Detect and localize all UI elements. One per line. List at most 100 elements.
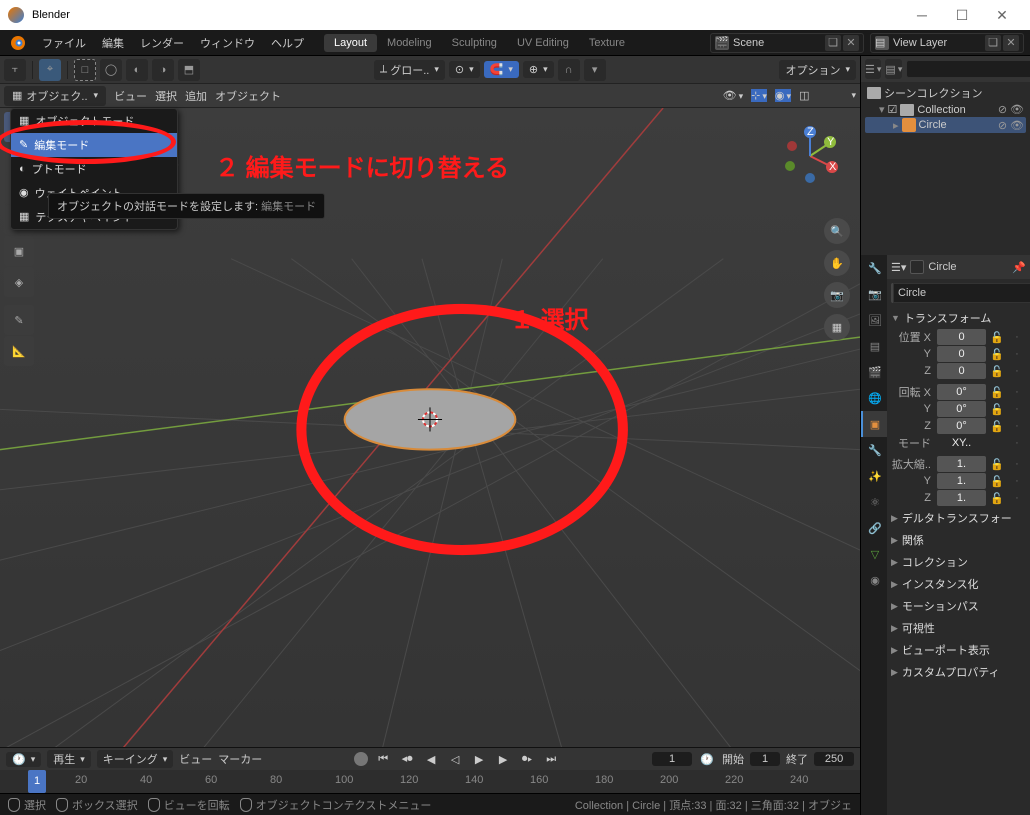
- menu-render[interactable]: レンダー: [132, 35, 192, 51]
- select-invert-icon[interactable]: ◑: [152, 59, 174, 81]
- select-lasso-icon[interactable]: ◐: [126, 59, 148, 81]
- new-viewlayer-button[interactable]: ❏: [985, 35, 1001, 51]
- tab-scene-icon[interactable]: 🎬: [861, 359, 887, 385]
- tab-uvediting[interactable]: UV Editing: [507, 34, 579, 52]
- viewlayer-name-input[interactable]: [893, 37, 983, 49]
- outliner-object-circle[interactable]: ▸Circle⊘👁: [865, 117, 1026, 133]
- lock-scale-y[interactable]: 🔓: [988, 475, 1006, 488]
- nav-gizmo[interactable]: X Y Z: [780, 126, 840, 186]
- gizmo-dropdown[interactable]: ⊹▾: [751, 89, 767, 102]
- tab-object-icon[interactable]: ▣: [861, 411, 887, 437]
- minimize-button[interactable]: ─: [902, 7, 942, 23]
- delete-scene-button[interactable]: ✕: [843, 35, 859, 51]
- timeline-view-menu[interactable]: ビュー: [179, 751, 212, 767]
- pos-x[interactable]: 0: [937, 329, 986, 345]
- preview-range-toggle[interactable]: 🕐: [698, 753, 716, 766]
- section-custom[interactable]: カスタムプロパティ: [891, 661, 1026, 683]
- lock-scale-x[interactable]: 🔓: [988, 458, 1006, 471]
- tab-output-icon[interactable]: 🖼: [861, 307, 887, 333]
- browse-viewlayer-icon[interactable]: ▤: [875, 36, 889, 50]
- lock-rot-x[interactable]: 🔓: [988, 386, 1006, 399]
- pos-z[interactable]: 0: [937, 363, 986, 379]
- section-delta[interactable]: デルタトランスフォー: [891, 507, 1026, 529]
- timeline-marker-menu[interactable]: マーカー: [218, 751, 262, 767]
- lock-rot-y[interactable]: 🔓: [988, 403, 1006, 416]
- lock-scale-z[interactable]: 🔓: [988, 492, 1006, 505]
- exclude-toggle[interactable]: ⊘: [998, 103, 1007, 116]
- pivot-dropdown[interactable]: ⊙▾: [449, 61, 480, 78]
- viewport-3d[interactable]: ▭ ⊕ ↔ ⟲ ▣ ◈ ✎ 📐 彫 le オブジェクトの対話モードを設定します:…: [0, 108, 860, 747]
- mode-sculpt[interactable]: ◐プトモード: [11, 157, 177, 181]
- scale-y[interactable]: 1.: [937, 473, 986, 489]
- lock-pos-z[interactable]: 🔓: [988, 365, 1006, 378]
- tab-material-icon[interactable]: ◉: [861, 567, 887, 593]
- jump-end[interactable]: ⏭: [542, 750, 560, 768]
- tab-constraint-icon[interactable]: 🔗: [861, 515, 887, 541]
- disable-toggle[interactable]: ⊘: [998, 119, 1007, 132]
- tool-annotate[interactable]: ✎: [4, 305, 34, 335]
- play-reverse[interactable]: ◁: [446, 750, 464, 768]
- mode-dropdown[interactable]: ▦ オブジェク..▾ ▦オブジェクトモード ✎編集モード ◐プトモード ◉ウェイ…: [4, 86, 106, 106]
- snap-dropdown[interactable]: 🧲▾: [484, 61, 519, 78]
- props-editor-icon[interactable]: ☰▾: [891, 261, 906, 274]
- transform-orientation-dropdown[interactable]: ⟂ グロー..▾: [374, 60, 445, 80]
- jump-start[interactable]: ⏮: [374, 750, 392, 768]
- playback-menu[interactable]: 再生▾: [47, 750, 91, 768]
- section-collections[interactable]: コレクション: [891, 551, 1026, 573]
- tab-modeling[interactable]: Modeling: [377, 34, 442, 52]
- current-frame[interactable]: 1: [652, 752, 692, 766]
- tab-texture[interactable]: Texture: [579, 34, 635, 52]
- scale-x[interactable]: 1.: [937, 456, 986, 472]
- rot-mode[interactable]: XY..: [937, 435, 986, 451]
- start-frame[interactable]: 1: [750, 752, 780, 766]
- scene-name-input[interactable]: [733, 37, 823, 49]
- outliner-root[interactable]: シーンコレクション: [865, 84, 1026, 102]
- viewport-scrollbar[interactable]: [854, 108, 858, 747]
- outliner-tree[interactable]: シーンコレクション ▾☑Collection⊘👁 ▸Circle⊘👁: [861, 82, 1030, 135]
- outliner-display-icon[interactable]: ▤▾: [885, 59, 902, 79]
- lock-pos-y[interactable]: 🔓: [988, 348, 1006, 361]
- lock-rot-z[interactable]: 🔓: [988, 420, 1006, 433]
- camera-button[interactable]: 📷: [824, 282, 850, 308]
- frame-prev[interactable]: ◀: [422, 750, 440, 768]
- autokey-toggle[interactable]: [354, 752, 368, 766]
- browse-scene-icon[interactable]: 🎬: [715, 36, 729, 50]
- viewlayer-selector[interactable]: ▤ ❏ ✕: [870, 33, 1024, 53]
- menu-window[interactable]: ウィンドウ: [192, 35, 263, 51]
- delete-viewlayer-button[interactable]: ✕: [1003, 35, 1019, 51]
- mode-object[interactable]: ▦オブジェクトモード: [11, 109, 177, 133]
- pan-button[interactable]: ✋: [824, 250, 850, 276]
- select-all-icon[interactable]: ⬒: [178, 59, 200, 81]
- mode-edit[interactable]: ✎編集モード: [11, 133, 177, 157]
- options-dropdown[interactable]: オプション▾: [779, 60, 856, 80]
- add-menu[interactable]: 追加: [185, 88, 207, 104]
- menu-edit[interactable]: 編集: [94, 35, 132, 51]
- rot-y[interactable]: 0°: [937, 401, 986, 417]
- proportional-edit-dropdown[interactable]: ⊕▾: [523, 61, 554, 78]
- scale-z[interactable]: 1.: [937, 490, 986, 506]
- rot-z[interactable]: 0°: [937, 418, 986, 434]
- tab-modifier-icon[interactable]: 🔧: [861, 437, 887, 463]
- lock-pos-x[interactable]: 🔓: [988, 331, 1006, 344]
- rot-x[interactable]: 0°: [937, 384, 986, 400]
- section-motionpaths[interactable]: モーションパス: [891, 595, 1026, 617]
- settings-dropdown-icon[interactable]: ▾: [584, 59, 606, 81]
- tool-settings-icon[interactable]: ∩: [558, 59, 580, 81]
- play-forward[interactable]: ▶: [470, 750, 488, 768]
- editor-type-icon[interactable]: ⫟: [4, 59, 26, 81]
- scene-selector[interactable]: 🎬 ❏ ✕: [710, 33, 864, 53]
- frame-next[interactable]: ▶: [494, 750, 512, 768]
- outliner-editor-icon[interactable]: ☰▾: [865, 59, 881, 79]
- section-visibility[interactable]: 可視性: [891, 617, 1026, 639]
- outliner-search[interactable]: [906, 60, 1030, 78]
- tab-physics-icon[interactable]: ⚛: [861, 489, 887, 515]
- view-menu[interactable]: ビュー: [114, 88, 147, 104]
- overlay-dropdown[interactable]: ◉▾: [775, 89, 791, 102]
- timeline-editor-icon[interactable]: 🕐▾: [6, 752, 41, 767]
- xray-toggle[interactable]: ◫: [799, 89, 809, 102]
- keying-menu[interactable]: キーイング▾: [97, 750, 174, 768]
- tab-layout[interactable]: Layout: [324, 34, 377, 52]
- section-instancing[interactable]: インスタンス化: [891, 573, 1026, 595]
- pos-y[interactable]: 0: [937, 346, 986, 362]
- select-circle-icon[interactable]: ◯: [100, 59, 122, 81]
